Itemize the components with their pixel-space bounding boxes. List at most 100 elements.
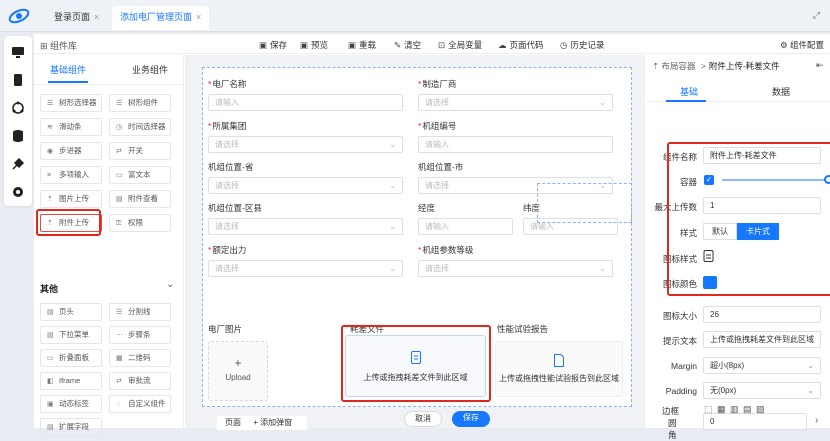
component-button[interactable]: ⚿ 权限 (109, 214, 171, 232)
component-button[interactable]: ☰ 分割线 (109, 303, 171, 321)
field-label-text: 机组参数等级 (422, 245, 474, 255)
history-button[interactable]: ◷ 历史记录 (560, 39, 604, 51)
network-icon[interactable] (10, 100, 26, 116)
config-label: 组件配置 (789, 40, 824, 50)
divider (34, 84, 184, 85)
desktop-icon[interactable] (10, 44, 26, 60)
radius-input[interactable]: 0 (703, 413, 807, 430)
toolbar: ⊞ 组件库 ▣ 保存 ▣ 预览 ▣ 重载 ✎ 清空 ⊡ 全局变量 ☁ 页面代码 ◷ 历史记录 … (34, 34, 830, 54)
reload-button[interactable]: ▣ 重载 (348, 39, 376, 51)
clear-button[interactable]: ✎ 清空 (394, 39, 421, 51)
select-field[interactable]: 请选择 ⌄ (418, 94, 613, 111)
other-section-title: 其他 (40, 284, 59, 294)
component-button[interactable]: ◧ Iframe (40, 372, 102, 390)
component-button[interactable]: ▤ 页头 (40, 303, 102, 321)
chevron-right-icon[interactable]: › (815, 415, 818, 426)
component-button[interactable]: ▤ 下拉菜单 (40, 326, 102, 344)
component-button[interactable]: ◷ 时间选择器 (109, 118, 171, 136)
placeholder: 请输入 (425, 140, 449, 149)
component-button[interactable]: ≡ 多项输入 (40, 166, 102, 184)
placeholder: 请输入 (530, 222, 554, 231)
component-button[interactable]: ◌ 自定义组件 (109, 395, 171, 413)
field-label: 机组位置-市 (418, 161, 463, 173)
placeholder: 请选择 (215, 264, 239, 273)
component-button[interactable]: ≋ 滑动条 (40, 118, 102, 136)
component-button[interactable]: ⇄ 审批流 (109, 372, 171, 390)
padding-select[interactable]: 无(0px) ⌄ (703, 382, 821, 399)
tab-basic[interactable]: 基础 (680, 85, 698, 98)
field-label-text: 机组编号 (422, 121, 457, 131)
save-form-button[interactable]: 保存 (452, 411, 490, 427)
page-tab[interactable]: 页面 (225, 418, 241, 427)
component-label: 开关 (128, 146, 143, 155)
component-icon: ▣ (47, 401, 54, 408)
database-icon[interactable] (10, 128, 26, 144)
select-field[interactable]: 请选择 ⌄ (418, 260, 613, 277)
select-field[interactable]: 请选择 ⌄ (208, 136, 403, 153)
margin-select[interactable]: 超小(8px) ⌄ (703, 357, 821, 374)
select-field[interactable]: 请选择 ⌄ (208, 218, 403, 235)
input-field[interactable]: 请输入 (418, 136, 613, 153)
border-style-icons[interactable]: ⬚ ▦ ▥ ▤ ▧ (704, 404, 766, 415)
field-label: 机组位置-区县 (208, 202, 262, 214)
chevron-down-icon[interactable]: ⌄ (166, 279, 174, 290)
component-button[interactable]: ▣ 动态标签 (40, 395, 102, 413)
component-icon: ≋ (47, 124, 53, 131)
component-label: 树形组件 (128, 98, 158, 107)
global-vars-button[interactable]: ⊡ 全局变量 (438, 39, 482, 51)
component-button[interactable]: ⇡ 图片上传 (40, 190, 102, 208)
component-label: 扩展字段 (59, 422, 89, 431)
placeholder: 请选择 (215, 181, 239, 190)
close-icon[interactable]: × (94, 12, 99, 22)
plug-icon[interactable] (10, 156, 26, 172)
tab-basic-components[interactable]: 基础组件 (50, 63, 86, 76)
component-button[interactable]: ▭ 富文本 (109, 166, 171, 184)
component-button[interactable]: ☰ 树形组件 (109, 94, 171, 112)
component-label: 图片上传 (59, 194, 89, 203)
component-button[interactable]: ▭ 折叠面板 (40, 349, 102, 367)
placeholder: 请选择 (425, 264, 449, 273)
settings-icon: ⚙ (780, 40, 790, 50)
input-field[interactable]: 请输入 (208, 94, 403, 111)
component-label: 步骤条 (128, 330, 151, 339)
collapse-icon[interactable]: ⇤ (816, 60, 824, 71)
tab-add-plant[interactable]: 添加电厂管理页面 × (112, 6, 210, 30)
component-icon: ◷ (116, 124, 123, 131)
tab-login[interactable]: 登录页面 × (46, 6, 107, 30)
input-field[interactable]: 请输入 (418, 218, 513, 235)
component-button[interactable]: ⇄ 开关 (109, 142, 171, 160)
tab-login-label: 登录页面 (54, 12, 91, 22)
select-field[interactable]: 请选择 ⌄ (208, 177, 403, 194)
component-button[interactable]: ⋯ 步骤条 (109, 326, 171, 344)
performance-report-upload-area[interactable]: 上传或拖拽性能试验报告到此区域 (495, 341, 623, 397)
add-dialog-button[interactable]: + 添加弹窗 (253, 418, 292, 427)
component-label: 二维码 (128, 353, 151, 362)
component-button[interactable]: ▦ 二维码 (109, 349, 171, 367)
hint-text-input[interactable]: 上传或拖拽耗差文件到此区域 (703, 331, 821, 348)
save-button[interactable]: ▣ 保存 (259, 39, 287, 51)
photo-upload-box[interactable]: + Upload (208, 341, 268, 401)
select-field[interactable]: 请选择 ⌄ (208, 260, 403, 277)
component-button[interactable]: ◉ 步进器 (40, 142, 102, 160)
icon-size-input[interactable]: 26 (703, 306, 821, 323)
component-config-button[interactable]: ⚙ 组件配置 (780, 39, 824, 51)
tab-business-components[interactable]: 业务组件 (132, 63, 168, 76)
tab-data[interactable]: 数据 (772, 85, 790, 98)
field-label: *额定出力 (208, 244, 246, 256)
expand-icon[interactable]: ⤢ (813, 10, 820, 21)
preview-button[interactable]: ▣ 预览 (300, 39, 328, 51)
close-icon[interactable]: × (196, 12, 201, 22)
chevron-down-icon: ⌄ (807, 386, 814, 395)
breadcrumb-root[interactable]: 布局容器 (661, 61, 695, 71)
page-code-button[interactable]: ☁ 页面代码 (498, 39, 544, 51)
mobile-icon[interactable] (10, 72, 26, 88)
component-label: 自定义组件 (128, 399, 166, 408)
gear-icon[interactable] (10, 184, 26, 200)
component-button[interactable]: ▤ 扩展字段 (40, 418, 102, 436)
cancel-button[interactable]: 取消 (404, 411, 442, 427)
component-button[interactable]: ☰ 树形选择器 (40, 94, 102, 112)
placeholder: 请输入 (215, 98, 239, 107)
clear-label: 清空 (404, 40, 422, 50)
component-label: 动态标签 (59, 399, 89, 408)
component-button[interactable]: ▤ 附件查看 (109, 190, 171, 208)
